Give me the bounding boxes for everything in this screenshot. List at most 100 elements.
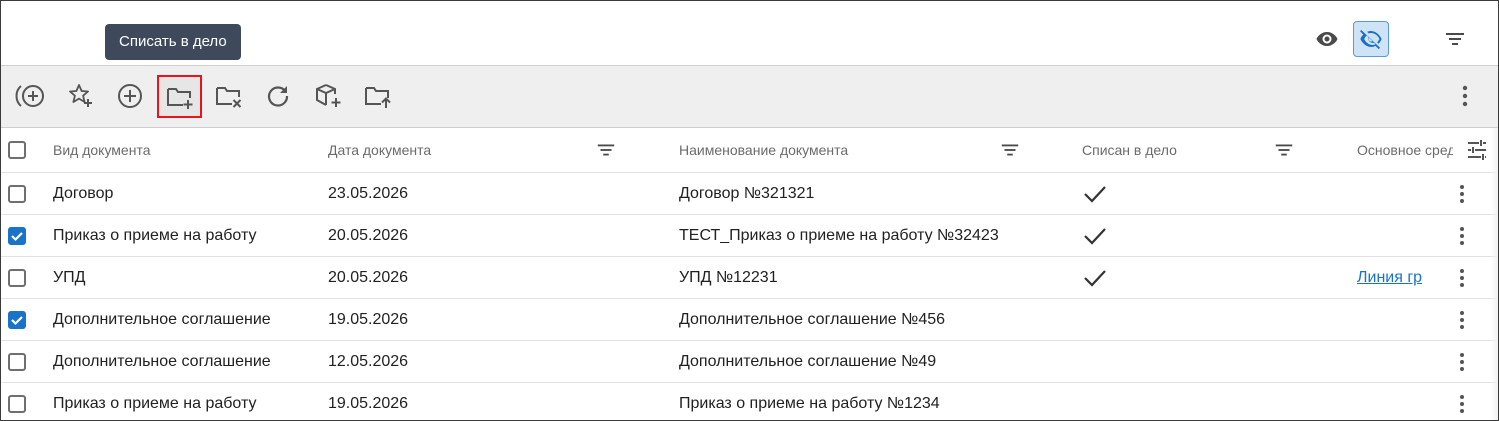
cell-filed: [1082, 341, 1262, 382]
cell-filed: [1082, 257, 1262, 298]
filter-icon: [597, 144, 615, 156]
more-vertical-icon: [1460, 184, 1464, 203]
select-all-checkbox[interactable]: [8, 141, 26, 159]
remove-from-case-button[interactable]: [211, 78, 247, 114]
cell-document-name: Договор №321321: [679, 184, 815, 202]
cell-asset: Линия гр: [1357, 257, 1453, 298]
cell-asset: [1357, 383, 1453, 420]
cell-document-date: 19.05.2026: [328, 310, 409, 328]
row-menu-button[interactable]: [1448, 299, 1476, 340]
column-header-asset[interactable]: Основное сред: [1357, 128, 1453, 172]
add-package-button[interactable]: [310, 78, 346, 114]
row-menu-button[interactable]: [1448, 257, 1476, 298]
row-check-cell: [8, 173, 28, 214]
row-menu-button[interactable]: [1448, 215, 1476, 256]
row-check-cell: [8, 215, 28, 256]
cell-asset: [1357, 341, 1453, 382]
table-row[interactable]: Приказ о приеме на работу 20.05.2026 ТЕС…: [1, 215, 1498, 257]
hide-hidden-button[interactable]: [1353, 21, 1389, 57]
eye-icon: [1316, 32, 1338, 46]
cell-document-date: 19.05.2026: [328, 394, 409, 412]
horizontal-scroll-shade: [1490, 128, 1498, 420]
cell-document-type: Приказ о приеме на работу: [53, 394, 257, 412]
toolbar-more-button[interactable]: [1447, 78, 1483, 114]
cell-filed: [1082, 215, 1262, 256]
folder-upload-icon: [365, 87, 391, 108]
add-to-favorites-button[interactable]: [63, 78, 99, 114]
cell-document-date: 23.05.2026: [328, 184, 409, 202]
row-checkbox[interactable]: [8, 268, 26, 287]
row-checkbox[interactable]: [8, 226, 26, 245]
row-checkbox[interactable]: [8, 184, 26, 203]
row-check-cell: [8, 341, 28, 382]
filter-button[interactable]: [1437, 21, 1473, 57]
column-filter-filed[interactable]: [1273, 128, 1295, 172]
cell-filed: [1082, 173, 1262, 214]
create-button[interactable]: [112, 78, 148, 114]
row-checkbox[interactable]: [8, 310, 26, 329]
column-header-date[interactable]: Дата документа: [328, 128, 578, 172]
cell-asset: [1357, 215, 1453, 256]
row-check-cell: [8, 383, 28, 420]
filter-icon: [1275, 144, 1293, 156]
tune-icon: [1468, 140, 1486, 160]
row-menu-button[interactable]: [1448, 341, 1476, 382]
table-row[interactable]: УПД 20.05.2026 УПД №12231 Линия гр: [1, 257, 1498, 299]
column-header-filed[interactable]: Списан в дело: [1082, 128, 1262, 172]
cell-document-type: Дополнительное соглашение: [53, 352, 271, 370]
row-check-cell: [8, 257, 28, 298]
more-vertical-icon: [1460, 310, 1464, 329]
cell-filed: [1082, 383, 1262, 420]
column-header-type[interactable]: Вид документа: [53, 128, 313, 172]
checkmark-icon: [1084, 185, 1106, 203]
column-settings-button[interactable]: [1465, 128, 1491, 172]
show-hidden-button[interactable]: [1309, 21, 1345, 57]
more-vertical-icon: [1460, 268, 1464, 287]
header-bar: Списать в дело: [1, 1, 1498, 65]
cell-document-name: Дополнительное соглашение №456: [679, 310, 946, 328]
row-checkbox[interactable]: [8, 352, 26, 371]
asset-link[interactable]: Линия гр: [1357, 269, 1422, 287]
row-checkbox[interactable]: [8, 394, 26, 413]
cell-asset: [1357, 173, 1453, 214]
move-folder-button[interactable]: [360, 78, 396, 114]
folder-add-icon: [166, 87, 192, 109]
row-menu-button[interactable]: [1448, 173, 1476, 214]
cell-document-date: 20.05.2026: [328, 268, 409, 286]
package-add-icon: [316, 84, 341, 107]
cell-document-name: Приказ о приеме на работу №1234: [679, 394, 940, 412]
cell-document-type: Договор: [53, 184, 114, 202]
refresh-button[interactable]: [260, 78, 296, 114]
cell-document-name: Дополнительное соглашение №49: [679, 352, 937, 370]
table-body: Договор 23.05.2026 Договор №321321 Прика…: [1, 173, 1498, 420]
cell-document-type: Приказ о приеме на работу: [53, 226, 257, 244]
table-row[interactable]: Договор 23.05.2026 Договор №321321: [1, 173, 1498, 215]
cell-filed: [1082, 299, 1262, 340]
more-vertical-icon: [1460, 352, 1464, 371]
more-vertical-icon: [1462, 85, 1468, 107]
toolbar: [1, 65, 1498, 128]
table-row[interactable]: Дополнительное соглашение 12.05.2026 Доп…: [1, 341, 1498, 383]
table-row[interactable]: Приказ о приеме на работу 19.05.2026 При…: [1, 383, 1498, 420]
row-menu-button[interactable]: [1448, 383, 1476, 420]
cell-document-name: УПД №12231: [679, 268, 778, 286]
cell-document-date: 12.05.2026: [328, 352, 409, 370]
check-icon: [11, 315, 23, 325]
cell-document-type: Дополнительное соглашение: [53, 310, 271, 328]
tooltip-write-off: Списать в дело: [105, 24, 241, 60]
cell-document-date: 20.05.2026: [328, 226, 409, 244]
folder-remove-icon: [216, 87, 242, 108]
add-circle-icon: [118, 84, 142, 108]
row-check-cell: [8, 299, 28, 340]
write-off-to-case-button[interactable]: [157, 75, 202, 118]
table-row[interactable]: Дополнительное соглашение 19.05.2026 Доп…: [1, 299, 1498, 341]
add-with-wave-button[interactable]: [12, 78, 48, 114]
select-all-cell: [8, 128, 28, 172]
column-filter-name[interactable]: [999, 128, 1021, 172]
table-header-row: Вид документа Дата документа Наименовани…: [1, 128, 1498, 173]
add-circle-wave-icon: [15, 85, 44, 107]
more-vertical-icon: [1460, 226, 1464, 245]
column-filter-date[interactable]: [595, 128, 617, 172]
refresh-icon: [267, 86, 289, 107]
star-add-icon: [69, 84, 92, 107]
